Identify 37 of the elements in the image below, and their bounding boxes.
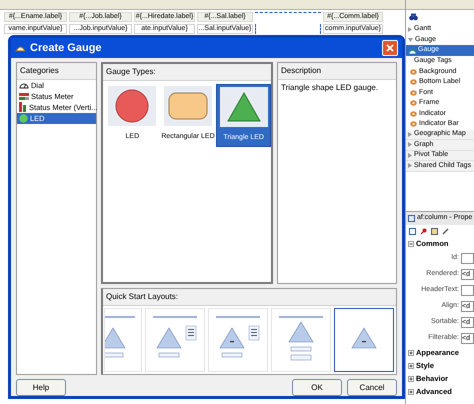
tag-icon — [410, 68, 417, 75]
triangle-led-icon — [226, 92, 261, 122]
panel-heading: Description — [278, 62, 396, 80]
panel-heading: Quick Start Layouts: — [103, 288, 396, 306]
help-button[interactable]: Help — [16, 379, 66, 396]
close-icon — [386, 44, 394, 52]
tag-icon — [410, 121, 417, 128]
tag-icon — [410, 90, 417, 96]
editor-icon[interactable] — [431, 228, 438, 234]
dialog-button[interactable]: Cancel — [347, 379, 397, 396]
pencil-icon[interactable] — [442, 228, 449, 234]
binoculars-icon[interactable] — [409, 13, 418, 21]
close-button[interactable] — [382, 40, 398, 56]
layout-thumbnail[interactable] — [334, 308, 394, 372]
description-text: Triangle shape LED gauge. — [280, 82, 380, 94]
rectangular-led-icon — [168, 92, 208, 120]
table-icon[interactable] — [409, 228, 416, 234]
table-cell — [255, 24, 321, 34]
properties-icon — [408, 215, 415, 222]
collapsed-icon — [408, 26, 412, 32]
led-icon — [19, 114, 28, 123]
dialog-button[interactable]: OK — [292, 379, 342, 396]
gauge-icon — [409, 48, 416, 54]
tag-icon — [410, 110, 417, 117]
round-led-icon — [114, 88, 150, 124]
expanded-icon — [408, 38, 413, 42]
panel-heading: Gauge Types: — [103, 64, 271, 81]
dial-icon — [19, 81, 29, 90]
pin-icon[interactable] — [420, 228, 427, 234]
tag-icon — [410, 79, 417, 86]
tag-icon — [410, 100, 417, 106]
property-field[interactable] — [461, 284, 474, 296]
vertical-meter-icon — [19, 102, 27, 112]
panel-heading: Categories — [17, 62, 96, 80]
status-meter-icon — [19, 92, 29, 100]
property-field[interactable] — [461, 252, 474, 264]
window-title: Create Gauge — [30, 40, 103, 56]
